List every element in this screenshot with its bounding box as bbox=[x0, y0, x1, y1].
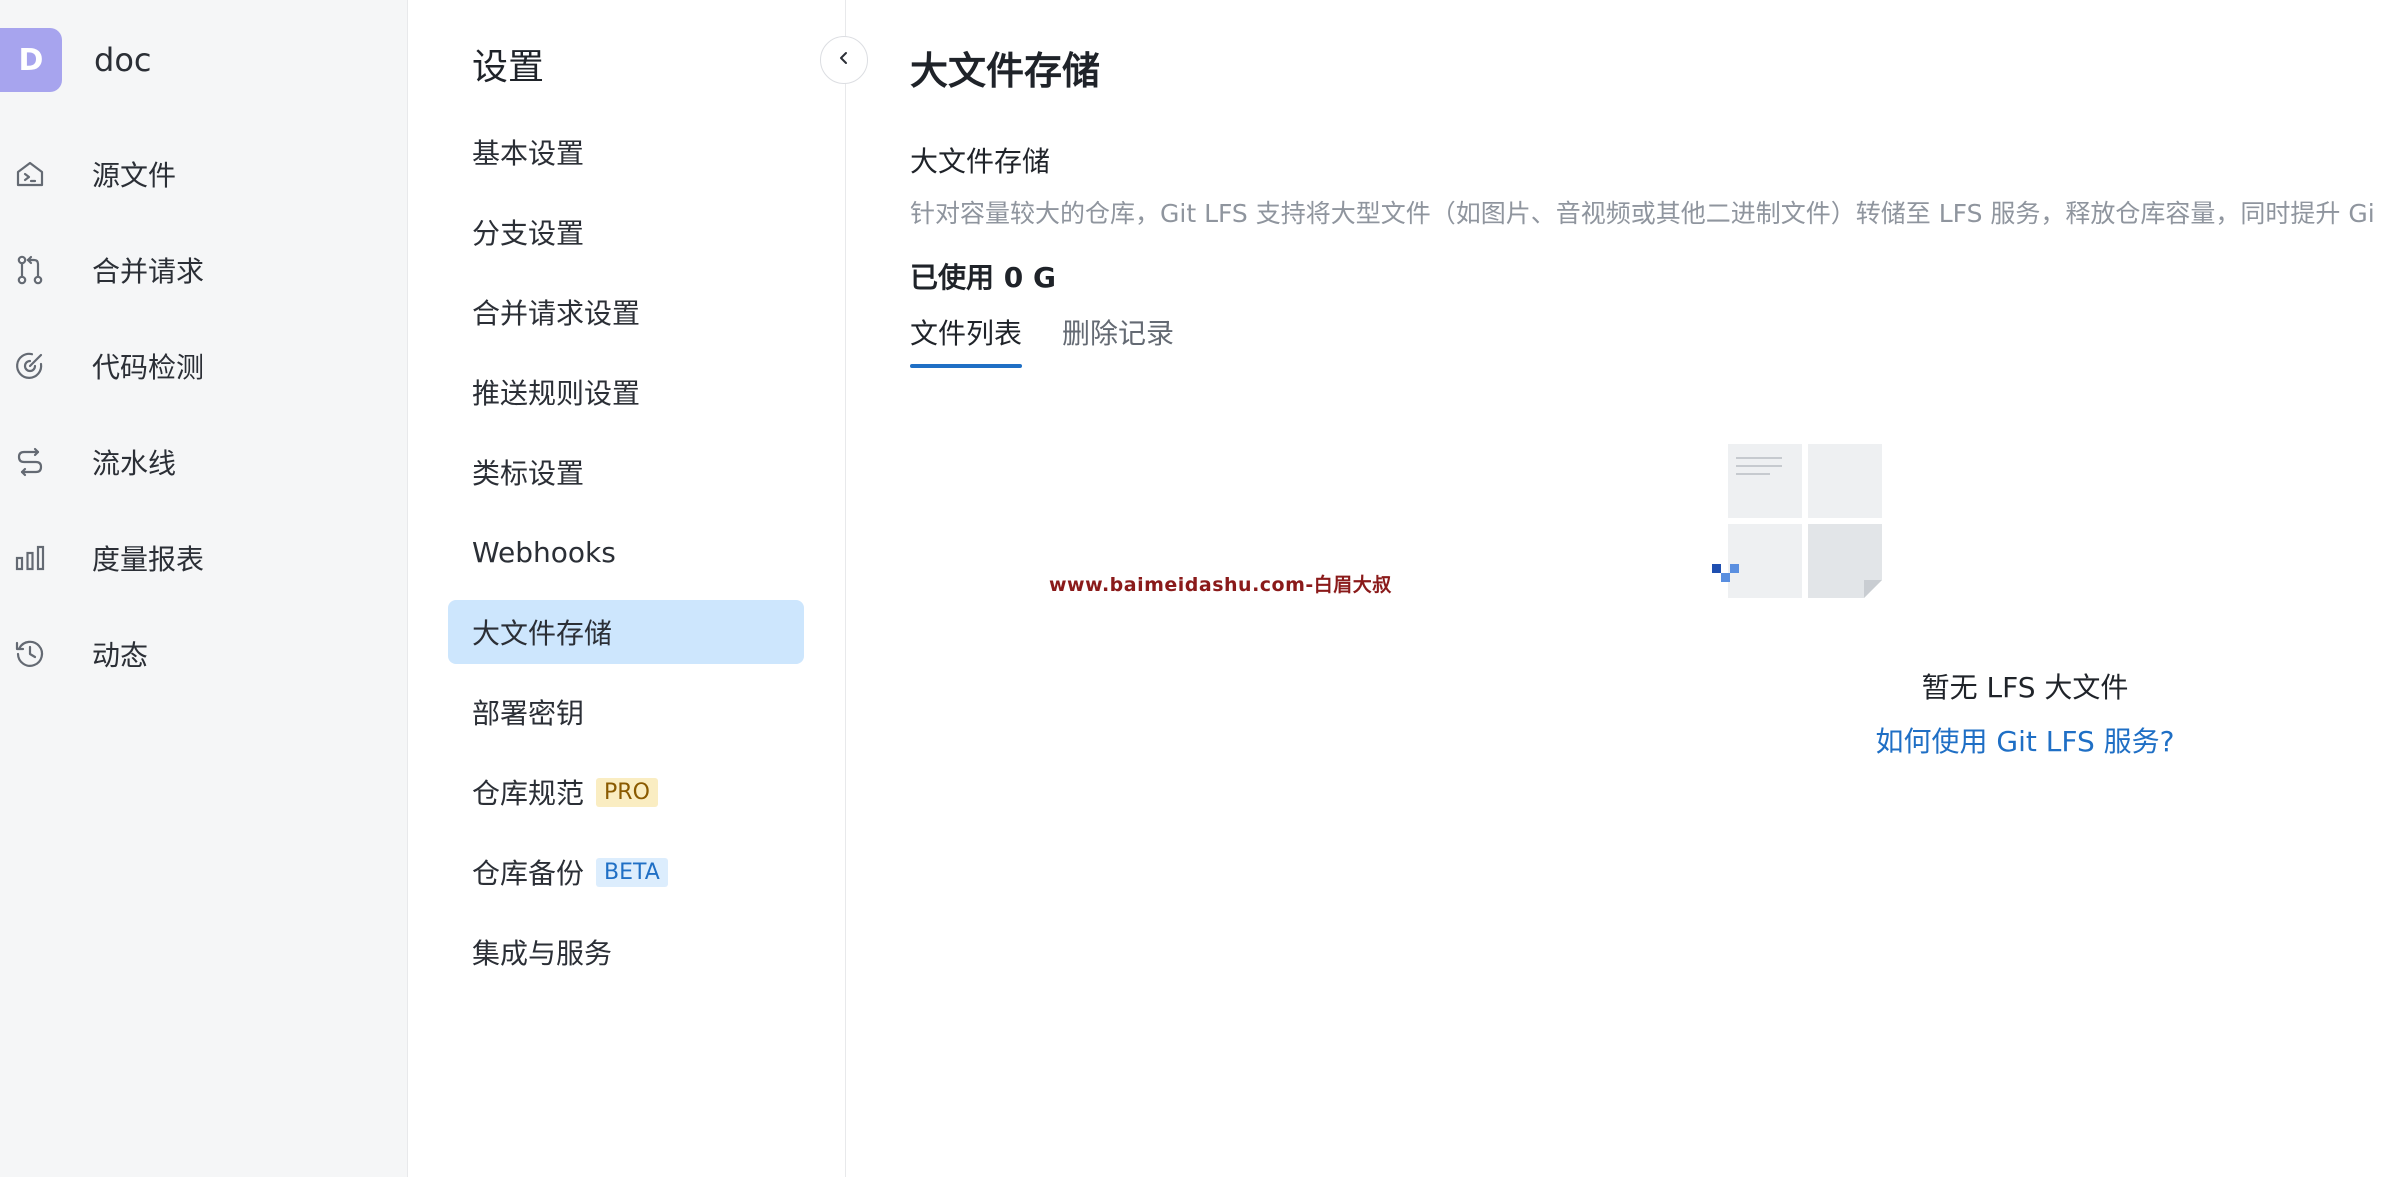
app-root: D doc 源文件 合并请求 代码检测 流水线 度量报表 动态 设置 基本设置 … bbox=[0, 0, 2408, 1177]
tab-file-list[interactable]: 文件列表 bbox=[910, 312, 1023, 368]
pipeline-icon bbox=[14, 446, 46, 478]
settings-item-merge-request[interactable]: 合并请求设置 bbox=[448, 280, 804, 344]
settings-item-lfs[interactable]: 大文件存储 bbox=[448, 600, 804, 664]
menu-item-label: 仓库备份 bbox=[472, 857, 585, 890]
nav-item-activity[interactable]: 动态 bbox=[0, 606, 408, 702]
beta-badge: BETA bbox=[596, 857, 668, 887]
settings-item-branch[interactable]: 分支设置 bbox=[448, 200, 804, 264]
empty-state-text: 暂无 LFS 大文件 bbox=[1921, 671, 2129, 704]
nav-label: 代码检测 bbox=[92, 351, 205, 384]
nav-label: 度量报表 bbox=[92, 543, 205, 576]
nav-item-code-scan[interactable]: 代码检测 bbox=[0, 318, 408, 414]
nav-item-metrics[interactable]: 度量报表 bbox=[0, 510, 408, 606]
section-title: 大文件存储 bbox=[910, 145, 1051, 178]
nav-label: 合并请求 bbox=[92, 255, 205, 288]
tab-delete-records[interactable]: 删除记录 bbox=[1062, 312, 1174, 368]
settings-menu: 基本设置 分支设置 合并请求设置 推送规则设置 类标设置 Webhooks 大文… bbox=[448, 120, 804, 1000]
section-description: 针对容量较大的仓库，Git LFS 支持将大型文件（如图片、音视频或其他二进制文… bbox=[910, 199, 2375, 228]
repo-header[interactable]: D doc bbox=[0, 28, 151, 92]
code-scan-icon bbox=[14, 350, 46, 382]
settings-item-deploy-keys[interactable]: 部署密钥 bbox=[448, 680, 804, 744]
repo-avatar: D bbox=[0, 28, 62, 92]
bar-chart-icon bbox=[14, 542, 46, 574]
settings-item-labels[interactable]: 类标设置 bbox=[448, 440, 804, 504]
settings-item-integrations[interactable]: 集成与服务 bbox=[448, 920, 804, 984]
settings-item-repo-standards[interactable]: 仓库规范 PRO bbox=[448, 760, 804, 824]
collapse-sidebar-button[interactable] bbox=[820, 36, 868, 84]
nav-label: 源文件 bbox=[92, 159, 177, 192]
settings-item-push-rules[interactable]: 推送规则设置 bbox=[448, 360, 804, 424]
nav-label: 流水线 bbox=[92, 447, 177, 480]
nav-item-source[interactable]: 源文件 bbox=[0, 126, 408, 222]
nav-list: 源文件 合并请求 代码检测 流水线 度量报表 动态 bbox=[0, 126, 408, 702]
history-icon bbox=[14, 638, 46, 670]
nav-label: 动态 bbox=[92, 639, 149, 672]
empty-state-illustration-icon bbox=[1712, 444, 1882, 608]
source-file-icon bbox=[14, 158, 46, 190]
merge-request-icon bbox=[14, 254, 46, 286]
watermark-text: www.baimeidashu.com-白眉大叔 bbox=[1049, 574, 1392, 596]
repo-name: doc bbox=[94, 41, 152, 79]
settings-title: 设置 bbox=[472, 47, 545, 88]
settings-item-repo-backup[interactable]: 仓库备份 BETA bbox=[448, 840, 804, 904]
storage-usage: 已使用 0 G bbox=[910, 261, 1056, 294]
settings-panel: 设置 基本设置 分支设置 合并请求设置 推送规则设置 类标设置 Webhooks… bbox=[408, 0, 868, 1177]
pro-badge: PRO bbox=[596, 777, 658, 807]
nav-item-merge-request[interactable]: 合并请求 bbox=[0, 222, 408, 318]
left-nav: D doc 源文件 合并请求 代码检测 流水线 度量报表 动态 bbox=[0, 0, 408, 1177]
settings-item-basic[interactable]: 基本设置 bbox=[448, 120, 804, 184]
page-title: 大文件存储 bbox=[910, 49, 1101, 93]
nav-item-pipeline[interactable]: 流水线 bbox=[0, 414, 408, 510]
menu-item-label: 仓库规范 bbox=[472, 777, 585, 810]
lfs-help-link[interactable]: 如何使用 Git LFS 服务? bbox=[1810, 720, 2240, 760]
chevron-left-icon bbox=[835, 49, 853, 71]
tabs: 文件列表 删除记录 bbox=[910, 312, 1214, 368]
settings-item-webhooks[interactable]: Webhooks bbox=[448, 520, 804, 584]
